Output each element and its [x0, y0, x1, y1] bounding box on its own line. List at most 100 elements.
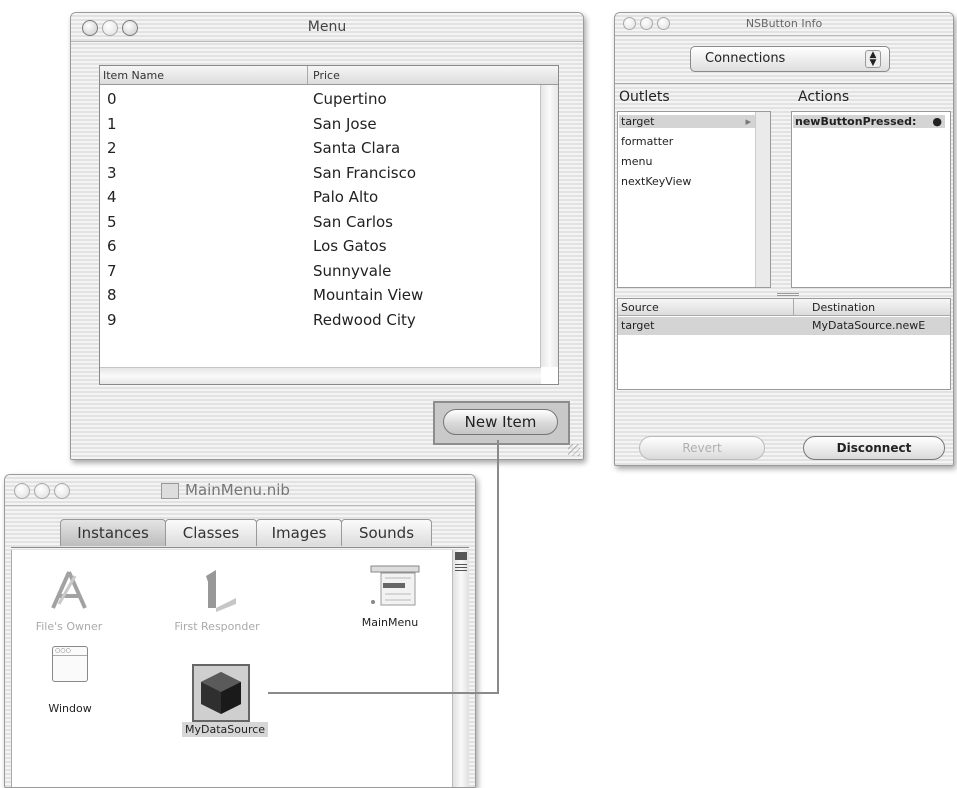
nsbutton-info-window: NSButton Info Connections ▲ ▼ Outlets Act… — [614, 12, 954, 466]
divider — [615, 83, 953, 84]
price-cell: Palo Alto — [313, 188, 379, 206]
actions-header: Actions — [798, 89, 850, 105]
horizontal-scrollbar[interactable] — [100, 367, 541, 384]
tab-instances[interactable]: Instances — [60, 519, 166, 546]
table-row[interactable]: 8 Mountain View — [100, 284, 540, 309]
window-instance[interactable]: ○○○ Window — [38, 646, 102, 715]
window-label: Window — [48, 702, 92, 715]
price-cell: Cupertino — [313, 90, 387, 108]
column-divider — [307, 66, 308, 84]
app-icon — [51, 571, 87, 609]
price-cell: San Jose — [313, 114, 377, 133]
resize-grip-icon[interactable] — [568, 444, 580, 456]
table-row[interactable]: 5 San Carlos — [100, 211, 540, 236]
tab-sounds[interactable]: Sounds — [341, 519, 432, 546]
menu-titlebar[interactable]: Menu — [71, 13, 583, 42]
cube-icon — [201, 672, 241, 714]
first-responder-label: First Responder — [174, 620, 260, 633]
table-row[interactable]: 3 San Francisco — [100, 162, 540, 187]
vertical-scrollbar[interactable] — [540, 85, 558, 367]
popup-arrows-icon: ▲ ▼ — [865, 50, 881, 68]
my-data-source-label: MyDataSource — [182, 722, 269, 737]
item-name-cell: 3 — [107, 163, 117, 182]
connections-header: Source Destination — [618, 299, 950, 316]
table-row[interactable]: 4 Palo Alto — [100, 186, 540, 211]
item-name-cell: 2 — [107, 139, 117, 157]
menu-table[interactable]: Item Name Price 0 Cupertino 1 San Jose 2 Sant… — [99, 65, 559, 385]
outlet-item-menu[interactable]: menu — [621, 155, 652, 168]
price-cell: Mountain View — [313, 286, 424, 304]
outlets-list[interactable]: target ▸ formatter menu nextKeyView — [617, 111, 771, 288]
item-name-cell: 8 — [107, 286, 117, 304]
main-menu-label: MainMenu — [361, 616, 419, 629]
zoom-icon[interactable] — [54, 483, 70, 499]
outlets-scrollbar[interactable] — [755, 112, 770, 287]
table-row[interactable]: 7 Sunnyvale — [100, 260, 540, 285]
files-owner-label: File's Owner — [35, 620, 103, 633]
column-header-item-name[interactable]: Item Name — [103, 69, 164, 82]
table-row[interactable]: 9 Redwood City — [100, 309, 540, 334]
outlet-item-target[interactable]: target ▸ — [619, 115, 755, 128]
minimize-icon[interactable] — [34, 483, 50, 499]
close-icon[interactable] — [14, 483, 30, 499]
table-row[interactable]: 2 Santa Clara — [100, 137, 540, 162]
nib-scrollbar[interactable] — [452, 550, 469, 787]
icon-view-icon[interactable] — [455, 552, 467, 560]
new-item-button[interactable]: New Item — [443, 409, 558, 435]
table-row[interactable]: 1 San Jose — [100, 113, 540, 138]
tab-classes[interactable]: Classes — [165, 519, 257, 546]
source-header[interactable]: Source — [621, 301, 659, 314]
first-responder-icon — [206, 570, 236, 612]
price-cell: Los Gatos — [313, 237, 387, 255]
table-row[interactable]: 0 Cupertino — [100, 88, 540, 113]
table-row[interactable]: 6 Los Gatos — [100, 235, 540, 260]
item-name-cell: 4 — [107, 188, 117, 206]
actions-list[interactable]: newButtonPressed: ● — [791, 111, 951, 288]
tab-images[interactable]: Images — [256, 519, 342, 546]
outlet-item-formatter[interactable]: formatter — [621, 135, 673, 148]
connection-source: target — [621, 319, 655, 332]
connections-table[interactable]: Source Destination target MyDataSource.n… — [617, 298, 951, 390]
outlet-label: target — [621, 115, 655, 128]
menu-icon — [370, 565, 420, 606]
mainmenu-nib-window: MainMenu.nib Instances Classes Images So… — [4, 474, 476, 788]
outlets-header: Outlets — [619, 89, 670, 105]
connection-line — [497, 440, 499, 693]
main-menu-instance[interactable]: MainMenu — [350, 564, 430, 630]
connection-arrow-icon: ▸ — [745, 115, 751, 128]
price-cell: San Carlos — [313, 212, 393, 231]
window-icon: ○○○ — [52, 646, 88, 682]
destination-header[interactable]: Destination — [812, 301, 875, 314]
revert-button[interactable]: Revert — [639, 436, 765, 460]
nib-titlebar[interactable]: MainMenu.nib — [5, 475, 475, 506]
info-window-title: NSButton Info — [745, 17, 823, 30]
item-name-cell: 6 — [107, 237, 117, 255]
first-responder-instance[interactable]: First Responder — [162, 568, 272, 633]
item-name-cell: 5 — [107, 212, 117, 231]
connection-row[interactable]: target MyDataSource.newE — [618, 317, 950, 335]
item-name-cell: 9 — [107, 310, 117, 329]
inspector-mode-popup[interactable]: Connections ▲ ▼ — [690, 46, 890, 72]
column-header-price[interactable]: Price — [313, 69, 340, 82]
instances-pane: File's Owner First Responder MainMenu ○○… — [11, 550, 453, 787]
item-name-cell: 0 — [107, 90, 117, 108]
files-owner-instance[interactable]: File's Owner — [34, 570, 104, 633]
my-data-source-instance[interactable]: MyDataSource — [170, 664, 269, 744]
popup-value: Connections — [705, 51, 786, 66]
nib-window-title: MainMenu.nib — [185, 481, 290, 499]
action-item-newbuttonpressed[interactable]: newButtonPressed: ● — [793, 115, 945, 128]
nib-tabs: Instances Classes Images Sounds — [5, 519, 475, 547]
connection-line — [268, 692, 499, 694]
info-titlebar[interactable]: NSButton Info — [615, 13, 953, 36]
item-name-cell: 1 — [107, 114, 117, 133]
connected-dot-icon: ● — [932, 115, 942, 128]
column-divider — [793, 299, 794, 315]
nib-file-icon — [161, 483, 179, 499]
selection-box — [192, 664, 250, 722]
disconnect-button[interactable]: Disconnect — [803, 436, 945, 460]
price-cell: Santa Clara — [313, 139, 401, 157]
action-label: newButtonPressed: — [795, 115, 917, 128]
outlet-item-nextkeyview[interactable]: nextKeyView — [621, 175, 691, 188]
price-cell: San Francisco — [313, 163, 417, 182]
list-view-icon[interactable] — [455, 564, 467, 572]
